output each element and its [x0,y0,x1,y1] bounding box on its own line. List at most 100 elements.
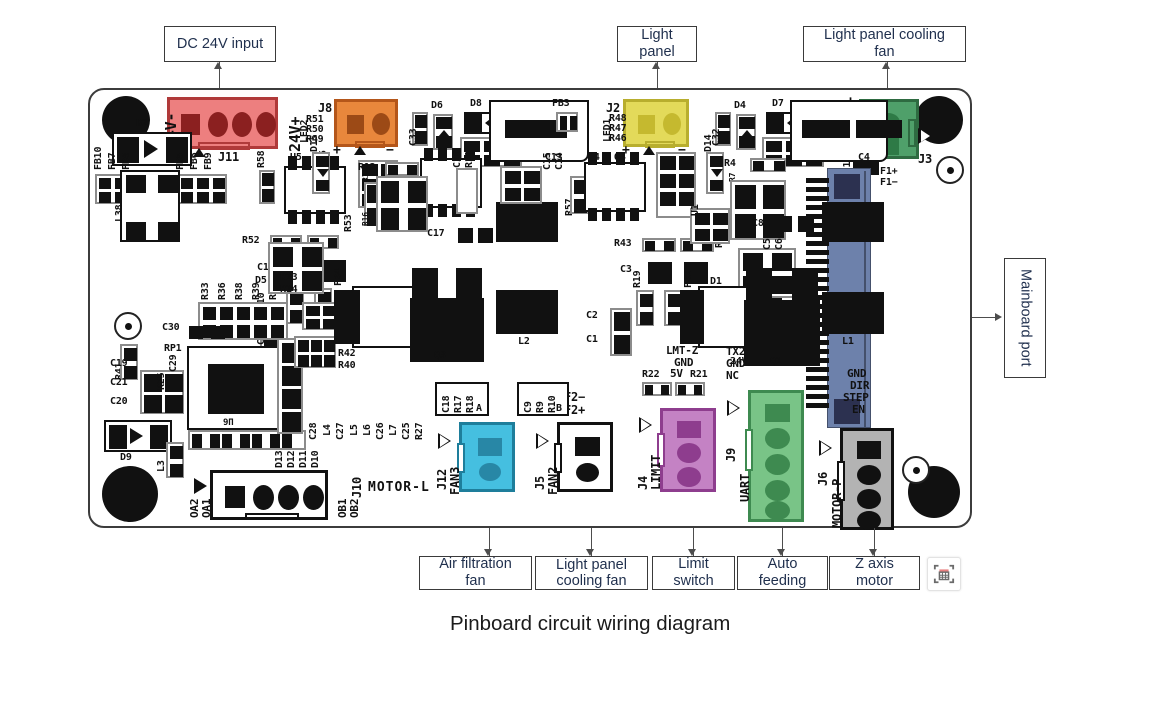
label-mcu: 9Π [223,418,234,428]
label-r16: R16 [361,212,370,226]
label-j8-minus: − [386,143,394,158]
connector-j9-auto-feeding[interactable] [745,390,804,522]
label-d4: D4 [734,100,746,111]
via-ring-br [902,456,930,484]
connector-j5-light-panel-cooling-fan[interactable] [554,422,613,492]
diode-d15 [312,152,330,194]
pin-2 [857,465,881,485]
label-c28: C28 [308,422,319,440]
label-r22: R22 [642,369,660,380]
label-d8: D8 [470,98,482,109]
connector-j6-z-axis-motor[interactable] [837,428,894,530]
label-r52: R52 [242,235,260,246]
pad-c17 [458,228,473,243]
label-c3: C3 [620,264,632,275]
label-fb8: FB8 [121,152,132,170]
label-24v-rail: 24V [730,356,748,367]
label-fb6: FB6 [189,152,200,170]
callout-auto-feeding: Auto feeding [737,556,828,590]
callout-label: Limit switch [673,556,714,589]
pad-c4a [802,120,850,138]
label-uart: UART [738,473,752,502]
label-l2: L2 [518,336,530,347]
pin-2 [253,485,274,510]
pad-q3b [456,268,482,308]
pad-c8 [776,216,792,232]
mounting-hole-bl [102,466,158,522]
connector-j12-air-filtration-fan[interactable] [457,422,515,492]
ic-u4 [584,162,646,212]
label-lmt-5v: 5V [670,367,683,380]
via-ring-left [114,312,142,340]
label-ob2: OB2 [348,498,361,518]
label-fan3: FAN3 [448,466,462,495]
label-d11: D11 [298,450,309,468]
label-c15: C15 [542,152,553,170]
res-r22 [642,382,672,396]
callout-light-panel-cooling-fan-top: Light panel cooling fan [803,26,966,62]
label-q1: Q1 [770,356,782,367]
label-c27: C27 [335,422,346,440]
pin-3 [857,489,881,509]
connector-j8[interactable] [334,99,398,148]
label-fb9: FB9 [203,152,214,170]
label-fb2: FB2 [683,270,694,288]
label-c8: C8 [752,218,764,229]
pin-5 [765,501,790,520]
arrow-mainboard-port [995,313,1002,321]
label-r14: R14 [280,284,298,295]
label-c4: C4 [858,152,870,163]
label-r42: R42 [338,348,356,359]
label-r11: R11 [464,150,475,168]
pin-2 [208,112,228,137]
label-r13: R13 [280,272,298,283]
inductor-l1b [822,292,884,334]
pin-3 [765,454,790,475]
figure-caption: Pinboard circuit wiring diagram [450,612,731,635]
pin-2 [663,113,681,135]
label-r27: R27 [414,422,425,440]
caps-c1-c2 [610,308,632,356]
label-motor-p: MOTOR-P [830,478,844,528]
pin-4 [303,485,324,510]
pin-1 [638,115,655,134]
label-j9: J9 [724,447,738,462]
pin-1 [347,115,364,134]
pin-1 [677,421,701,438]
label-r53: R53 [343,214,354,232]
label-oa1: OA1 [200,498,213,518]
connector-j10-motor-l[interactable] [210,470,328,520]
arrow-air-filtration [484,549,492,556]
fb3 [556,112,578,132]
scan-grid-icon[interactable] [927,557,961,591]
polarity-marker-j1-inner [921,130,930,142]
pin-4 [765,480,790,501]
callout-label: Mainboard port [1017,269,1034,367]
label-j5: J5 [533,475,547,490]
label-d14: D14 [703,134,714,152]
inductor-l2b [496,290,558,334]
label-r9: R9 [535,401,546,413]
label-f1-minus: F1− [880,177,898,188]
connector-j4-limit-switch[interactable] [657,408,716,492]
label-j3: J3 [918,152,933,166]
label-c29: C29 [168,354,179,372]
label-d9: D9 [120,452,132,463]
pin-3 [677,467,701,487]
pin-2 [479,463,501,481]
label-q3: Q3 [434,350,446,361]
label-c14: C14 [554,152,565,170]
label-r25: R25 [156,372,167,390]
inductor-l2a [496,202,558,242]
label-group-a: A [476,403,482,414]
inductor-l1a [822,202,884,242]
label-j6: J6 [816,471,830,486]
diode-d6 [433,114,453,150]
label-j11: J11 [218,150,240,164]
callout-mainboard-port: Mainboard port [1004,258,1046,378]
pad-q1a [746,268,772,310]
connector-j2-light-panel[interactable] [623,99,689,148]
res-r58 [259,170,275,204]
callout-label: Light panel cooling fan [824,27,945,60]
arrow-limit-switch [688,549,696,556]
